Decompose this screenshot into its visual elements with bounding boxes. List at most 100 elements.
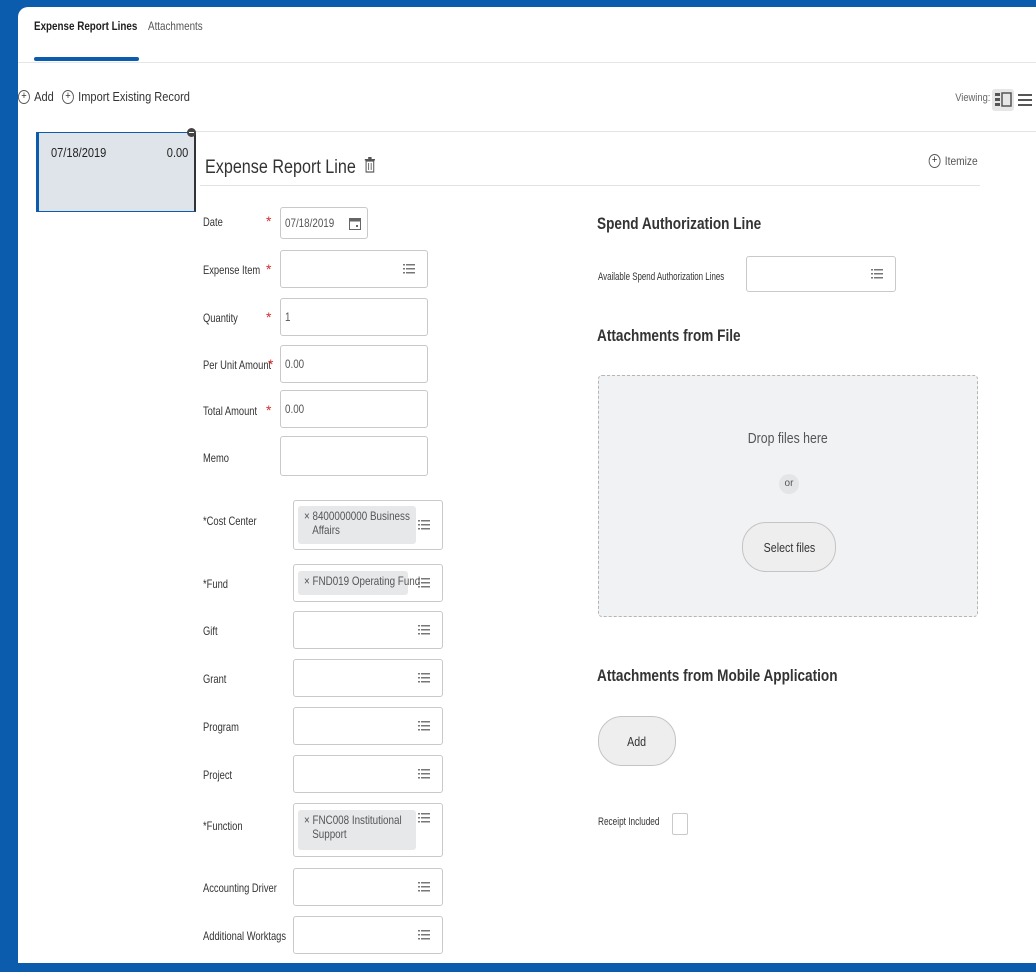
attachments-from-file-title: Attachments from File bbox=[597, 326, 741, 345]
spend-authorization-label: Available Spend Authorization Lines bbox=[598, 271, 725, 283]
date-input[interactable]: 07/18/2019 bbox=[280, 207, 368, 239]
prompt-list-icon bbox=[418, 813, 430, 823]
cost-center-selected-pill[interactable]: × 8400000000 Business Affairs bbox=[298, 506, 416, 544]
gift-label: Gift bbox=[203, 624, 218, 638]
section-title-text: Expense Report Line bbox=[205, 157, 356, 178]
function-selected-pill[interactable]: × FNC008 Institutional Support bbox=[298, 810, 416, 850]
fund-selected-pill[interactable]: × FND019 Operating Fund bbox=[298, 571, 421, 595]
tab-expense-report-lines[interactable]: Expense Report Lines bbox=[34, 19, 137, 33]
function-value-line1: × FNC008 Institutional bbox=[304, 813, 402, 827]
file-drop-zone[interactable]: Drop files here or Select files bbox=[598, 375, 978, 617]
section-title: Expense Report Line bbox=[205, 157, 376, 179]
program-input[interactable] bbox=[293, 707, 443, 745]
prompt-list-icon bbox=[871, 269, 883, 279]
prompt-list-icon bbox=[418, 882, 430, 892]
add-circle-icon: + bbox=[928, 154, 941, 168]
import-existing-record-button[interactable]: + Import Existing Record bbox=[62, 89, 190, 104]
add-circle-icon: + bbox=[62, 89, 74, 104]
function-label: *Function bbox=[203, 819, 243, 833]
prompt-list-icon bbox=[418, 578, 430, 588]
fund-input[interactable]: × FND019 Operating Fund bbox=[293, 564, 443, 602]
per-unit-amount-input[interactable]: 0.00 bbox=[280, 345, 428, 383]
prompt-list-icon bbox=[418, 930, 430, 940]
grant-input[interactable] bbox=[293, 659, 443, 697]
tab-bar: Expense Report Lines Attachments bbox=[18, 7, 1036, 63]
total-amount-input[interactable]: 0.00 bbox=[280, 390, 428, 428]
divider bbox=[200, 185, 980, 186]
trash-icon[interactable] bbox=[364, 157, 376, 179]
quantity-value: 1 bbox=[285, 310, 291, 324]
select-files-button[interactable]: Select files bbox=[742, 522, 836, 572]
viewing-label: Viewing: bbox=[954, 92, 990, 104]
line-date: 07/18/2019 bbox=[51, 145, 107, 160]
receipt-included-label: Receipt Included bbox=[598, 816, 660, 828]
spend-authorization-title: Spend Authorization Line bbox=[597, 214, 762, 233]
memo-label: Memo bbox=[203, 451, 230, 465]
date-label: Date bbox=[203, 215, 223, 229]
prompt-list-icon bbox=[418, 625, 430, 635]
accounting-driver-input[interactable] bbox=[293, 868, 443, 906]
total-amount-value: 0.00 bbox=[285, 402, 305, 416]
grant-label: Grant bbox=[203, 672, 227, 686]
itemize-label: Itemize bbox=[945, 154, 978, 168]
accounting-driver-label: Accounting Driver bbox=[203, 881, 277, 895]
detail-view-toggle[interactable] bbox=[992, 89, 1014, 111]
or-separator: or bbox=[779, 474, 799, 494]
expense-item-label: Expense Item bbox=[203, 263, 261, 277]
required-marker: * bbox=[266, 261, 272, 277]
cost-center-value-line1: × 8400000000 Business bbox=[304, 509, 410, 523]
attachments-from-mobile-title: Attachments from Mobile Application bbox=[597, 666, 838, 685]
memo-input[interactable] bbox=[280, 436, 428, 476]
prompt-list-icon bbox=[403, 264, 415, 274]
drop-files-text: Drop files here bbox=[747, 430, 828, 447]
divider bbox=[193, 131, 1036, 132]
fund-value: × FND019 Operating Fund bbox=[304, 574, 421, 588]
quantity-label: Quantity bbox=[203, 311, 238, 325]
per-unit-amount-value: 0.00 bbox=[285, 357, 305, 371]
required-marker: * bbox=[266, 309, 272, 325]
active-tab-indicator bbox=[34, 57, 139, 61]
required-marker: * bbox=[266, 213, 272, 229]
function-input[interactable]: × FNC008 Institutional Support bbox=[293, 803, 443, 857]
per-unit-amount-label: Per Unit Amount bbox=[203, 358, 272, 372]
list-view-toggle[interactable] bbox=[1014, 89, 1036, 111]
required-marker: * bbox=[266, 402, 272, 418]
cost-center-label: *Cost Center bbox=[203, 514, 257, 528]
cost-center-value-line2: Affairs bbox=[312, 523, 340, 537]
detail-view-icon bbox=[995, 92, 1012, 107]
prompt-list-icon bbox=[418, 673, 430, 683]
mobile-add-button[interactable]: Add bbox=[598, 716, 676, 766]
collapse-handle-icon[interactable] bbox=[187, 128, 196, 137]
prompt-list-icon bbox=[418, 520, 430, 530]
toolbar: + Add + Import Existing Record Viewing: bbox=[18, 89, 1036, 111]
add-button-label: Add bbox=[34, 89, 54, 104]
additional-worktags-input[interactable] bbox=[293, 916, 443, 954]
prompt-list-icon bbox=[418, 721, 430, 731]
receipt-included-checkbox[interactable] bbox=[672, 813, 688, 835]
date-value: 07/18/2019 bbox=[285, 216, 335, 230]
add-circle-icon: + bbox=[18, 89, 30, 104]
app-frame: Expense Report Lines Attachments + Add +… bbox=[18, 7, 1036, 963]
required-marker: * bbox=[268, 356, 274, 372]
spend-authorization-input[interactable] bbox=[746, 256, 896, 292]
line-amount: 0.00 bbox=[166, 145, 188, 160]
import-button-label: Import Existing Record bbox=[78, 89, 190, 104]
add-button[interactable]: + Add bbox=[18, 89, 54, 104]
fund-label: *Fund bbox=[203, 577, 228, 591]
function-value-line2: Support bbox=[312, 827, 347, 841]
additional-worktags-label: Additional Worktags bbox=[203, 929, 287, 943]
gift-input[interactable] bbox=[293, 611, 443, 649]
expense-line-card[interactable]: 07/18/2019 0.00 bbox=[36, 132, 196, 212]
calendar-icon bbox=[349, 218, 361, 230]
total-amount-label: Total Amount bbox=[203, 404, 258, 418]
expense-item-input[interactable] bbox=[280, 250, 428, 288]
project-input[interactable] bbox=[293, 755, 443, 793]
itemize-button[interactable]: + Itemize bbox=[928, 154, 978, 168]
prompt-list-icon bbox=[418, 769, 430, 779]
tab-attachments[interactable]: Attachments bbox=[148, 19, 203, 33]
list-view-icon bbox=[1018, 94, 1032, 106]
program-label: Program bbox=[203, 720, 239, 734]
quantity-input[interactable]: 1 bbox=[280, 298, 428, 336]
project-label: Project bbox=[203, 768, 233, 782]
cost-center-input[interactable]: × 8400000000 Business Affairs bbox=[293, 500, 443, 550]
